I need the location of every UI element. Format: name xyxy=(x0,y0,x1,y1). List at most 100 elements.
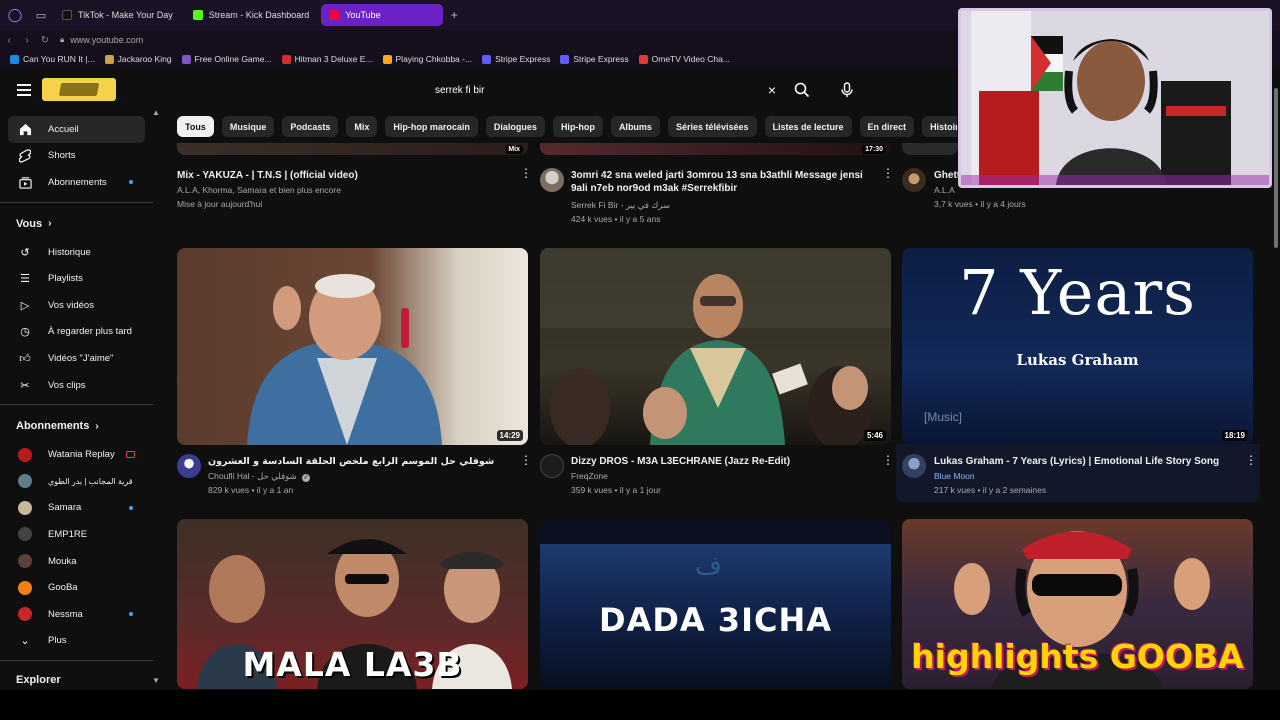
video-title[interactable]: شوفلي حل الموسم الرابع ملخص الحلقة الساد… xyxy=(208,455,508,468)
tab-overview-icon[interactable]: ▭ xyxy=(30,0,52,30)
video-channel[interactable]: FreqZone xyxy=(571,469,608,483)
video-thumbnail[interactable]: 5:46 xyxy=(540,248,891,445)
sidebar-subscription[interactable]: Samara xyxy=(0,495,165,522)
chevron-down-icon[interactable]: ▼ xyxy=(152,676,160,685)
video-channels[interactable]: A.L.A, Khorma, Samara et bien plus encor… xyxy=(177,183,341,197)
bookmark-item[interactable]: Free Online Game... xyxy=(181,54,272,64)
more-actions-icon[interactable]: ⋮ xyxy=(520,167,532,179)
sidebar-item-history[interactable]: ↺ Historique xyxy=(0,239,165,266)
tab-youtube[interactable]: YouTube xyxy=(321,4,444,26)
back-icon[interactable]: ‹ xyxy=(0,35,18,46)
thumbnail-title: 7 Years xyxy=(959,256,1196,329)
video-channel-row[interactable]: Choufli Hal - شوفلي حل ✓ xyxy=(208,469,311,483)
channel-avatar[interactable] xyxy=(902,454,926,478)
sidebar-item-label: Playlists xyxy=(48,273,83,285)
sidebar-subscription[interactable]: EMP1RE xyxy=(0,521,165,548)
channel-avatar[interactable] xyxy=(902,168,926,192)
filter-chip[interactable]: Musique xyxy=(221,116,275,137)
more-actions-icon[interactable]: ⋮ xyxy=(882,167,894,179)
sidebar-item-label: Accueil xyxy=(48,123,79,135)
page-scrollbar[interactable] xyxy=(1272,68,1280,688)
youtube-logo[interactable] xyxy=(42,78,116,101)
video-title[interactable]: Dizzy DROS - M3A L3ECHRANE (Jazz Re-Edit… xyxy=(571,455,871,468)
video-thumbnail[interactable]: 17:30 xyxy=(540,143,891,155)
sidebar-item-playlists[interactable]: ☰ Playlists xyxy=(0,265,165,292)
sidebar-heading-you[interactable]: Vous › xyxy=(0,209,165,239)
filter-chip[interactable]: Mix xyxy=(346,116,378,137)
new-tab-button[interactable]: + xyxy=(447,8,461,22)
url-field[interactable]: 🔒︎ www.youtube.com xyxy=(60,35,143,45)
home-icon xyxy=(18,122,32,136)
video-title[interactable]: 3omri 42 sna weled jarti 3omrou 13 sna b… xyxy=(571,169,876,195)
filter-chip[interactable]: Albums xyxy=(610,116,660,137)
video-thumbnail[interactable] xyxy=(902,143,958,155)
browser-logo-icon[interactable]: ◯ xyxy=(0,0,30,30)
tab-kick[interactable]: Stream - Kick Dashboard xyxy=(185,4,320,26)
search-query: serrek fi bir xyxy=(435,84,485,96)
channel-avatar[interactable] xyxy=(177,454,201,478)
bookmark-item[interactable]: Can You RUN It |... xyxy=(10,54,95,64)
filter-chip[interactable]: Podcasts xyxy=(282,116,339,137)
bookmark-item[interactable]: Hitman 3 Deluxe E... xyxy=(281,54,373,64)
filter-chip[interactable]: Dialogues xyxy=(485,116,545,137)
bookmark-item[interactable]: Jackaroo King xyxy=(104,54,172,64)
search-button[interactable] xyxy=(790,77,814,103)
search-input[interactable]: serrek fi bir × xyxy=(425,77,790,103)
video-thumbnail[interactable]: ف DADA 3ICHA xyxy=(540,519,891,689)
filter-chip[interactable]: En direct xyxy=(859,116,915,137)
video-thumbnail[interactable]: MALA LA3B xyxy=(177,519,528,689)
bookmark-item[interactable]: OmeTV Video Cha... xyxy=(638,54,730,64)
video-title[interactable]: Ghett xyxy=(934,169,960,182)
voice-search-button[interactable] xyxy=(835,77,859,103)
forward-icon[interactable]: › xyxy=(18,35,36,46)
bookmark-item[interactable]: Stripe Express xyxy=(482,54,550,64)
video-thumbnail[interactable]: 7 Years Lukas Graham [Music] 18:19 xyxy=(902,248,1253,445)
video-channel[interactable]: Serrek Fi Bir - سرك في بير xyxy=(571,198,670,212)
sidebar-item-watch-later[interactable]: ◷ À regarder plus tard xyxy=(0,319,165,346)
video-channel[interactable]: A.L.A xyxy=(934,183,955,197)
webcam-image xyxy=(961,11,1269,185)
more-actions-icon[interactable]: ⋮ xyxy=(1245,454,1257,466)
video-title[interactable]: Lukas Graham - 7 Years (Lyrics) | Emotio… xyxy=(934,455,1234,468)
filter-chip[interactable]: Tous xyxy=(177,116,214,137)
sidebar-item-shorts[interactable]: Shorts xyxy=(0,143,165,170)
menu-icon[interactable] xyxy=(17,84,31,96)
sidebar-item-more[interactable]: ⌄ Plus xyxy=(0,628,165,655)
sidebar-subscription[interactable]: قرية المجانب | بدر الطوي xyxy=(0,468,165,495)
sidebar-subscription[interactable]: Nessma xyxy=(0,601,165,628)
sidebar-item-subscriptions[interactable]: Abonnements xyxy=(0,169,165,196)
sidebar-item-liked[interactable]: 👍︎ Vidéos "J'aime" xyxy=(0,345,165,372)
bookmark-item[interactable]: Playing Chkobba -... xyxy=(382,54,472,64)
sidebar-subscription[interactable]: Mouka xyxy=(0,548,165,575)
sidebar-subscription[interactable]: Watania Replay xyxy=(0,441,165,468)
channel-avatar[interactable] xyxy=(540,168,564,192)
video-thumbnail[interactable]: Mix xyxy=(177,143,528,155)
sidebar-item-home[interactable]: Accueil xyxy=(8,116,145,143)
sidebar-heading-subscriptions[interactable]: Abonnements › xyxy=(0,411,165,441)
sidebar-item-your-videos[interactable]: ▷ Vos vidéos xyxy=(0,292,165,319)
video-thumbnail[interactable]: 14:29 xyxy=(177,248,528,445)
sidebar-item-clips[interactable]: ✂ Vos clips xyxy=(0,372,165,399)
filter-chip[interactable]: Séries télévisées xyxy=(667,116,757,137)
filter-chip[interactable]: Hip-hop xyxy=(552,116,603,137)
bookmark-label: Hitman 3 Deluxe E... xyxy=(294,54,373,64)
video-title[interactable]: Mix - YAKUZA - | T.N.S | (official video… xyxy=(177,169,497,182)
filter-chip[interactable]: Listes de lecture xyxy=(764,116,852,137)
channel-avatar xyxy=(18,474,32,489)
tab-tiktok[interactable]: TikTok - Make Your Day xyxy=(54,4,183,26)
video-channel[interactable]: Blue Moon xyxy=(934,469,975,483)
video-stats: 424 k vues • il y a 5 ans xyxy=(571,214,661,224)
sidebar-subscription[interactable]: GooBa xyxy=(0,574,165,601)
scrollbar-thumb[interactable] xyxy=(1274,88,1278,248)
kick-favicon-icon xyxy=(192,10,203,20)
bookmark-item[interactable]: Stripe Express xyxy=(560,54,629,64)
more-actions-icon[interactable]: ⋮ xyxy=(520,454,532,466)
clear-search-icon[interactable]: × xyxy=(768,82,776,98)
reload-icon[interactable]: ↻ xyxy=(36,35,54,46)
channel-avatar[interactable] xyxy=(540,454,564,478)
more-actions-icon[interactable]: ⋮ xyxy=(882,454,894,466)
video-thumbnail[interactable]: highlights GOOBA xyxy=(902,519,1253,689)
filter-chip[interactable]: Histoire xyxy=(922,116,957,137)
filter-chip[interactable]: Hip-hop marocain xyxy=(385,116,478,137)
sidebar-item-label: Vidéos "J'aime" xyxy=(48,352,114,364)
